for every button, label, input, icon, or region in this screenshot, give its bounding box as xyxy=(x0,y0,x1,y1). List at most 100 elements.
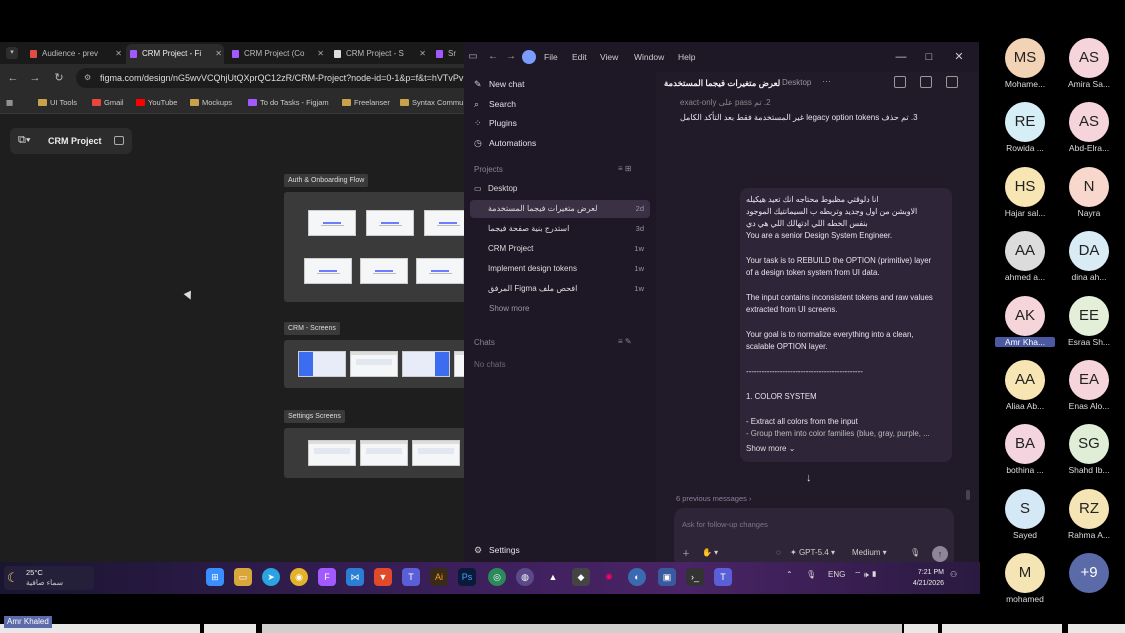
vscode-icon[interactable]: ⋈ xyxy=(346,568,364,586)
chevron-up-icon[interactable]: ⌃ xyxy=(786,570,793,579)
chrome-icon[interactable]: ◉ xyxy=(290,568,308,586)
weather-widget[interactable]: ☾ 25°C سماء صافية xyxy=(4,566,94,590)
language-indicator[interactable]: ENG xyxy=(828,570,845,579)
telegram-icon[interactable]: ➤ xyxy=(262,568,280,586)
thread-item[interactable]: استدرج بنية صفحة فيجما 3d xyxy=(470,220,650,238)
bookmark-mockups[interactable]: Mockups xyxy=(190,92,232,114)
participant-tile[interactable]: BA bothina ... xyxy=(990,424,1050,482)
browser-tab[interactable]: Sr xyxy=(432,44,466,64)
illustrator-icon[interactable]: Ai xyxy=(430,568,448,586)
bookmark-ui-tools[interactable]: UI Tools xyxy=(38,92,77,114)
participant-tile[interactable]: EA Enas Alo... xyxy=(1054,360,1114,418)
frame-thumbnail[interactable] xyxy=(360,258,408,284)
close-icon[interactable]: ✕ xyxy=(950,42,968,72)
model-selector[interactable]: ✦ GPT-5.4 ▾ xyxy=(790,548,835,557)
app-icon[interactable]: ◎ xyxy=(488,568,506,586)
frame-thumbnail[interactable] xyxy=(424,210,466,236)
sidebar-toggle-icon[interactable]: ▭ xyxy=(466,50,480,64)
network-volume-icons[interactable]: ⌔ 🕪 ▮ xyxy=(854,570,877,580)
forward-arrow-icon[interactable]: → xyxy=(28,71,42,85)
frame-thumbnail[interactable] xyxy=(350,351,398,377)
project-folder-desktop[interactable]: ▭ Desktop xyxy=(470,180,650,198)
participant-tile[interactable]: HS Hajar sal... xyxy=(990,167,1050,225)
menu-file[interactable]: File xyxy=(544,42,558,72)
previous-messages-link[interactable]: 6 previous messages › xyxy=(676,494,751,503)
section-label[interactable]: CRM - Screens xyxy=(284,322,340,335)
participant-tile[interactable]: MS Mohame... xyxy=(990,38,1050,96)
show-more-button[interactable]: Show more ⌄ xyxy=(746,444,795,453)
address-bar[interactable]: ⚙ figma.com/design/nG5wvVCQhjUtQXprQC12z… xyxy=(76,68,466,88)
bookmark-gmail[interactable]: Gmail xyxy=(92,92,124,114)
settings-button[interactable]: ⚙ Settings xyxy=(474,542,644,558)
participant-tile[interactable]: Mmohamed xyxy=(990,553,1050,611)
microphone-icon[interactable]: 🎙 xyxy=(910,548,920,557)
back-arrow-icon[interactable]: ← xyxy=(486,50,500,64)
more-participants-button[interactable]: +9 xyxy=(1054,553,1114,611)
file-explorer-icon[interactable]: ▭ xyxy=(234,568,252,586)
send-button[interactable]: ↑ xyxy=(932,546,948,562)
menu-edit[interactable]: Edit xyxy=(572,42,587,72)
frame-thumbnail[interactable] xyxy=(416,258,464,284)
figma-menu-icon[interactable]: ⧉▾ xyxy=(18,134,30,147)
filter-icon[interactable]: ≡ ✎ xyxy=(618,337,632,346)
participant-tile[interactable]: AA ahmed a... xyxy=(990,231,1050,289)
more-options-icon[interactable]: ··· xyxy=(822,76,831,86)
bookmark-figjam[interactable]: To do Tasks - Figjam xyxy=(248,92,329,114)
composer[interactable]: Ask for follow-up changes ＋ ✋ ▾ ◌ ✦ GPT-… xyxy=(674,508,954,564)
thread-item-active[interactable]: لعرض متغيرات فيجما المستخدمة 2d xyxy=(470,200,650,218)
photoshop-icon[interactable]: Ps xyxy=(458,568,476,586)
bookmark-syntax[interactable]: Syntax Commu xyxy=(400,92,463,114)
section-crm-screens[interactable] xyxy=(284,340,466,388)
scrollbar[interactable] xyxy=(966,490,970,500)
automations-button[interactable]: ◷ Automations xyxy=(474,135,644,151)
app-icon[interactable]: ◆ xyxy=(572,568,590,586)
microphone-icon[interactable]: 🎙 xyxy=(806,570,816,579)
site-info-icon[interactable]: ⚙ xyxy=(84,72,96,84)
teams-icon[interactable]: T xyxy=(402,568,420,586)
menu-help[interactable]: Help xyxy=(678,42,695,72)
participant-tile[interactable]: RZ Rahma A... xyxy=(1054,489,1114,547)
participant-tile[interactable]: AA Aliaa Ab... xyxy=(990,360,1050,418)
participant-tile[interactable]: S Sayed xyxy=(990,489,1050,547)
clock[interactable]: 7:21 PM 4/21/2026 xyxy=(904,567,944,589)
filter-icon[interactable]: ≡ ⊞ xyxy=(618,164,632,173)
participant-tile[interactable]: SG Shahd Ib... xyxy=(1054,424,1114,482)
app-icon[interactable]: ◐ xyxy=(628,568,646,586)
add-attachment-icon[interactable]: ＋ xyxy=(682,548,690,559)
bookmark-youtube[interactable]: YouTube xyxy=(136,92,177,114)
copy-icon[interactable] xyxy=(920,76,932,88)
frame-thumbnail[interactable] xyxy=(412,440,460,466)
app-icon[interactable]: ◍ xyxy=(516,568,534,586)
show-more-link[interactable]: Show more xyxy=(489,304,529,313)
frame-thumbnail[interactable] xyxy=(366,210,414,236)
frame-thumbnail[interactable] xyxy=(360,440,408,466)
figma-file-panel[interactable]: ⧉▾ CRM Project xyxy=(10,128,132,154)
notification-icon[interactable]: ⚇ xyxy=(950,570,957,579)
terminal-icon[interactable] xyxy=(894,76,906,88)
browser-tab[interactable]: Audience - prev ✕ xyxy=(26,44,124,64)
start-windows-icon[interactable]: ⊞ xyxy=(206,568,224,586)
section-label[interactable]: Auth & Onboarding Flow xyxy=(284,174,369,187)
reload-icon[interactable]: ↻ xyxy=(52,71,66,85)
teams-icon[interactable]: T xyxy=(714,568,732,586)
permission-hand-icon[interactable]: ✋ ▾ xyxy=(702,548,718,557)
panel-toggle-icon[interactable] xyxy=(946,76,958,88)
participant-tile[interactable]: N Nayra xyxy=(1054,167,1114,225)
back-arrow-icon[interactable]: ← xyxy=(6,71,20,85)
minimize-icon[interactable]: — xyxy=(892,42,910,72)
section-settings-screens[interactable] xyxy=(284,428,466,478)
reasoning-selector[interactable]: Medium ▾ xyxy=(852,548,887,557)
app-icon[interactable]: ▲ xyxy=(544,568,562,586)
app-icon[interactable]: ✺ xyxy=(600,568,618,586)
composer-input[interactable]: Ask for follow-up changes xyxy=(682,520,768,529)
participant-tile[interactable]: RE Rowida ... xyxy=(990,102,1050,160)
frame-thumbnail[interactable] xyxy=(308,210,356,236)
thread-item[interactable]: افحص ملف Figma المرفق 1w xyxy=(470,280,650,298)
browser-tab[interactable]: CRM Project - S ✕ xyxy=(330,44,428,64)
thread-item[interactable]: CRM Project 1w xyxy=(470,240,650,258)
brave-icon[interactable]: ▼ xyxy=(374,568,392,586)
frame-thumbnail[interactable] xyxy=(298,351,346,377)
section-auth-flow[interactable] xyxy=(284,192,466,302)
thread-item[interactable]: Implement design tokens 1w xyxy=(470,260,650,278)
close-tab-icon[interactable]: ✕ xyxy=(419,44,426,64)
